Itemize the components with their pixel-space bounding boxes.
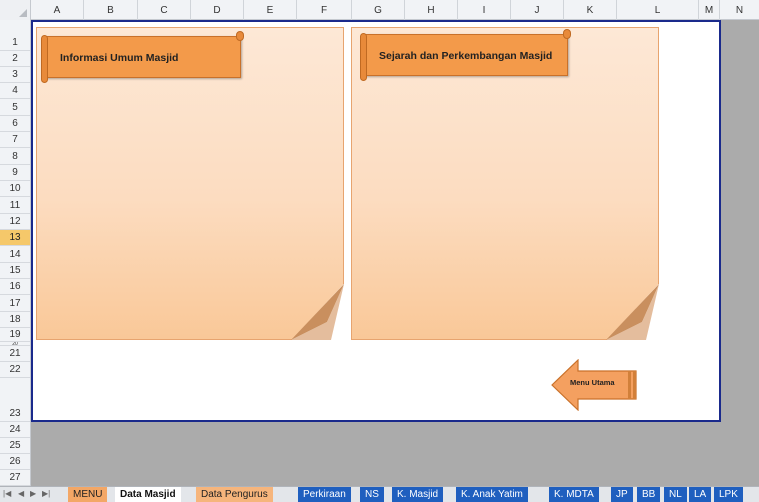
next-sheet-icon[interactable]: ▶: [30, 489, 36, 498]
row-header[interactable]: 14: [0, 246, 30, 263]
column-header-l[interactable]: L: [617, 0, 699, 20]
tab-data-pengurus[interactable]: Data Pengurus: [196, 487, 273, 502]
tab-perkiraan[interactable]: Perkiraan: [298, 487, 351, 502]
row-header[interactable]: 8: [0, 148, 30, 165]
column-header-n[interactable]: N: [720, 0, 759, 20]
column-header-c[interactable]: C: [138, 0, 191, 20]
row-header[interactable]: 7: [0, 132, 30, 148]
tab-nl[interactable]: NL: [664, 487, 687, 502]
tab-data-masjid[interactable]: Data Masjid: [115, 487, 181, 502]
row-header[interactable]: 21: [0, 346, 30, 362]
column-header-g[interactable]: G: [352, 0, 405, 20]
row-header[interactable]: 17: [0, 295, 30, 312]
row-header[interactable]: 12: [0, 214, 30, 230]
row-header[interactable]: 10: [0, 181, 30, 197]
tab-lpk[interactable]: LPK: [714, 487, 743, 502]
column-header-f[interactable]: F: [297, 0, 352, 20]
column-header-j[interactable]: J: [511, 0, 564, 20]
row-header[interactable]: 1: [0, 34, 30, 51]
select-all-corner[interactable]: [0, 0, 31, 20]
row-header[interactable]: 11: [0, 197, 30, 214]
row-header[interactable]: 19: [0, 328, 30, 342]
tab-k-mdta[interactable]: K. MDTA: [549, 487, 599, 502]
worksheet-area[interactable]: Informasi Umum Masjid Sejarah dan Perkem…: [31, 20, 721, 422]
row-header[interactable]: 22: [0, 362, 30, 378]
tab-menu[interactable]: MENU: [68, 487, 108, 502]
scroll-curl-icon: [360, 33, 367, 81]
row-header[interactable]: 27: [0, 470, 30, 486]
row-header[interactable]: 4: [0, 83, 30, 99]
menu-utama-label: Menu Utama: [570, 378, 615, 387]
row-header[interactable]: 9: [0, 165, 30, 181]
column-header-i[interactable]: I: [458, 0, 511, 20]
column-header-h[interactable]: H: [405, 0, 458, 20]
column-header-k[interactable]: K: [564, 0, 617, 20]
info-panel-title: Informasi Umum Masjid: [60, 52, 179, 64]
row-header-bar: 1 2 3 4 5 6 7 8 9 10 11 12 13 14 15 16 1…: [0, 20, 31, 486]
scroll-curl-icon: [41, 35, 48, 83]
scroll-curl-icon: [563, 29, 571, 39]
column-header-e[interactable]: E: [244, 0, 297, 20]
row-header[interactable]: 5: [0, 99, 30, 116]
unused-sheet-area: [31, 422, 759, 486]
history-panel-title-banner[interactable]: Sejarah dan Perkembangan Masjid: [360, 29, 571, 81]
row-header[interactable]: 24: [0, 422, 30, 438]
column-header-bar: A B C D E F G H I J K L M N: [0, 0, 759, 20]
prev-sheet-icon[interactable]: ◀: [18, 489, 24, 498]
column-header-a[interactable]: A: [31, 0, 84, 20]
row-header[interactable]: 15: [0, 263, 30, 279]
row-header[interactable]: 3: [0, 67, 30, 83]
tab-ns[interactable]: NS: [360, 487, 384, 502]
last-sheet-icon[interactable]: ▶|: [42, 489, 50, 498]
history-panel-title: Sejarah dan Perkembangan Masjid: [379, 50, 553, 62]
page-curl-icon: [291, 284, 344, 340]
row-header[interactable]: 2: [0, 51, 30, 67]
tab-k-anak-yatim[interactable]: K. Anak Yatim: [456, 487, 528, 502]
page-curl-icon: [606, 284, 659, 340]
column-header-d[interactable]: D: [191, 0, 244, 20]
tab-bb[interactable]: BB: [637, 487, 661, 502]
tab-jp[interactable]: JP: [611, 487, 633, 502]
sheet-tab-bar: |◀ ◀ ▶ ▶| MENU Data Masjid Data Pengurus…: [0, 486, 759, 502]
row-header[interactable]: 25: [0, 438, 30, 454]
row-header[interactable]: 23: [0, 378, 30, 422]
column-header-m[interactable]: M: [699, 0, 720, 20]
row-header[interactable]: 16: [0, 279, 30, 295]
row-header[interactable]: 26: [0, 454, 30, 470]
info-panel-title-banner[interactable]: Informasi Umum Masjid: [41, 31, 244, 83]
tab-la[interactable]: LA: [689, 487, 712, 502]
scroll-curl-icon: [236, 31, 244, 41]
row-header-active[interactable]: 13: [0, 230, 30, 246]
row-header[interactable]: 6: [0, 116, 30, 132]
menu-utama-button[interactable]: Menu Utama: [550, 359, 640, 411]
row-header[interactable]: 18: [0, 312, 30, 328]
first-sheet-icon[interactable]: |◀: [3, 489, 11, 498]
tab-k-masjid[interactable]: K. Masjid: [392, 487, 444, 502]
column-header-b[interactable]: B: [84, 0, 138, 20]
